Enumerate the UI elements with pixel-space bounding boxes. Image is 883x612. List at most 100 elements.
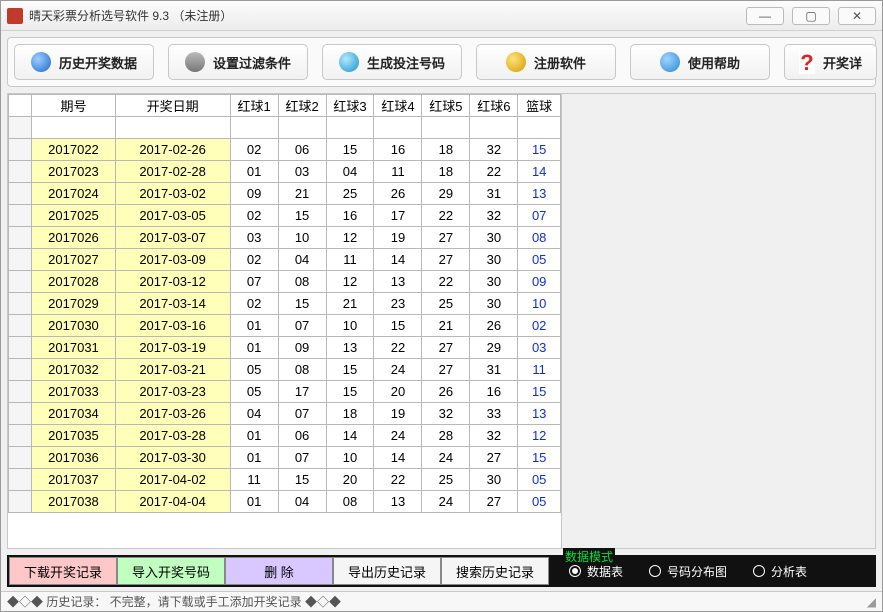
cell-blue: 03 — [518, 337, 561, 359]
detail-button[interactable]: ?开奖详 — [784, 44, 877, 80]
row-selector[interactable] — [9, 205, 32, 227]
col-r6[interactable]: 红球6 — [470, 95, 518, 117]
cell-red5: 24 — [422, 447, 470, 469]
col-issue[interactable]: 期号 — [32, 95, 115, 117]
row-selector[interactable] — [9, 271, 32, 293]
row-selector[interactable] — [9, 359, 32, 381]
table-row[interactable]: 20170362017-03-3001071014242715 — [9, 447, 561, 469]
col-r5[interactable]: 红球5 — [422, 95, 470, 117]
cell-red2: 06 — [278, 425, 326, 447]
cell-red2: 06 — [278, 139, 326, 161]
cell-red3: 15 — [326, 359, 374, 381]
minimize-button[interactable]: — — [746, 7, 784, 25]
cell-date: 2017-03-02 — [115, 183, 230, 205]
delete-tab[interactable]: 删 除 — [225, 557, 333, 585]
row-selector[interactable] — [9, 491, 32, 513]
help-button[interactable]: 使用帮助 — [630, 44, 770, 80]
table-row[interactable]: 20170272017-03-0902041114273005 — [9, 249, 561, 271]
col-r1[interactable]: 红球1 — [230, 95, 278, 117]
table-row[interactable]: 20170372017-04-0211152022253005 — [9, 469, 561, 491]
cell-red3: 11 — [326, 249, 374, 271]
cell-red2: 03 — [278, 161, 326, 183]
cell-red4: 19 — [374, 403, 422, 425]
cell-red1: 07 — [230, 271, 278, 293]
col-blue[interactable]: 篮球 — [518, 95, 561, 117]
row-selector[interactable] — [9, 315, 32, 337]
close-button[interactable]: ✕ — [838, 7, 876, 25]
table-row[interactable]: 20170382017-04-0401040813242705 — [9, 491, 561, 513]
cell-red4: 24 — [374, 359, 422, 381]
cell-red5: 18 — [422, 161, 470, 183]
mode-distribution-radio[interactable]: 号码分布图 — [649, 563, 727, 580]
cell-red1: 01 — [230, 425, 278, 447]
table-row[interactable]: 20170322017-03-2105081524273111 — [9, 359, 561, 381]
table-row[interactable]: 20170312017-03-1901091322272903 — [9, 337, 561, 359]
table-row[interactable]: 20170252017-03-0502151617223207 — [9, 205, 561, 227]
row-selector[interactable] — [9, 183, 32, 205]
row-selector[interactable] — [9, 227, 32, 249]
maximize-button[interactable]: ▢ — [792, 7, 830, 25]
row-selector[interactable] — [9, 139, 32, 161]
cell-red4: 13 — [374, 491, 422, 513]
row-selector[interactable] — [9, 381, 32, 403]
table-row[interactable]: 20170302017-03-1601071015212602 — [9, 315, 561, 337]
table-row[interactable]: 20170342017-03-2604071819323313 — [9, 403, 561, 425]
cell-red2: 04 — [278, 491, 326, 513]
data-mode-group: 数据模式 数据表 号码分布图 分析表 — [549, 557, 874, 585]
row-selector[interactable] — [9, 403, 32, 425]
cell-red6: 27 — [470, 447, 518, 469]
cell-red3: 12 — [326, 271, 374, 293]
row-selector[interactable] — [9, 293, 32, 315]
row-selector[interactable] — [9, 469, 32, 491]
cell-red6: 30 — [470, 293, 518, 315]
table-header-row: 期号 开奖日期 红球1 红球2 红球3 红球4 红球5 红球6 篮球 — [9, 95, 561, 117]
table-row[interactable]: 20170222017-02-2602061516183215 — [9, 139, 561, 161]
col-r2[interactable]: 红球2 — [278, 95, 326, 117]
row-selector[interactable] — [9, 249, 32, 271]
download-records-tab[interactable]: 下载开奖记录 — [9, 557, 117, 585]
results-table[interactable]: 期号 开奖日期 红球1 红球2 红球3 红球4 红球5 红球6 篮球 20170… — [8, 94, 561, 513]
cell-issue: 2017036 — [32, 447, 115, 469]
bottom-bar: 下载开奖记录 导入开奖号码 删 除 导出历史记录 搜索历史记录 数据模式 数据表… — [7, 555, 876, 587]
row-selector[interactable] — [9, 161, 32, 183]
import-numbers-tab[interactable]: 导入开奖号码 — [117, 557, 225, 585]
col-date[interactable]: 开奖日期 — [115, 95, 230, 117]
table-row[interactable]: 20170332017-03-2305171520261615 — [9, 381, 561, 403]
cell-red4: 11 — [374, 161, 422, 183]
cell-date: 2017-03-21 — [115, 359, 230, 381]
generate-button[interactable]: 生成投注号码 — [322, 44, 462, 80]
cell-date: 2017-03-26 — [115, 403, 230, 425]
cell-red3: 21 — [326, 293, 374, 315]
table-row[interactable]: 20170232017-02-2801030411182214 — [9, 161, 561, 183]
resize-grip-icon[interactable]: ◢ — [867, 595, 876, 609]
btn-label: 生成投注号码 — [367, 53, 445, 72]
table-row[interactable]: 20170352017-03-2801061424283212 — [9, 425, 561, 447]
side-panel — [562, 94, 875, 548]
row-selector[interactable] — [9, 337, 32, 359]
mode-table-radio[interactable]: 数据表 — [569, 563, 623, 580]
radio-icon — [753, 565, 765, 577]
col-r3[interactable]: 红球3 — [326, 95, 374, 117]
cell-date: 2017-03-05 — [115, 205, 230, 227]
cell-blue: 08 — [518, 227, 561, 249]
search-records-tab[interactable]: 搜索历史记录 — [441, 557, 549, 585]
row-selector[interactable] — [9, 447, 32, 469]
table-filter-row[interactable] — [9, 117, 561, 139]
cell-red3: 12 — [326, 227, 374, 249]
register-button[interactable]: 注册软件 — [476, 44, 616, 80]
table-row[interactable]: 20170282017-03-1207081213223009 — [9, 271, 561, 293]
table-row[interactable]: 20170262017-03-0703101219273008 — [9, 227, 561, 249]
cell-red6: 22 — [470, 161, 518, 183]
export-records-tab[interactable]: 导出历史记录 — [333, 557, 441, 585]
cell-red6: 32 — [470, 139, 518, 161]
table-row[interactable]: 20170292017-03-1402152123253010 — [9, 293, 561, 315]
cell-red2: 04 — [278, 249, 326, 271]
table-row[interactable]: 20170242017-03-0209212526293113 — [9, 183, 561, 205]
col-r4[interactable]: 红球4 — [374, 95, 422, 117]
cell-red2: 09 — [278, 337, 326, 359]
filter-button[interactable]: 设置过滤条件 — [168, 44, 308, 80]
row-selector[interactable] — [9, 425, 32, 447]
mode-analysis-radio[interactable]: 分析表 — [753, 563, 807, 580]
cell-red1: 09 — [230, 183, 278, 205]
history-data-button[interactable]: 历史开奖数据 — [14, 44, 154, 80]
